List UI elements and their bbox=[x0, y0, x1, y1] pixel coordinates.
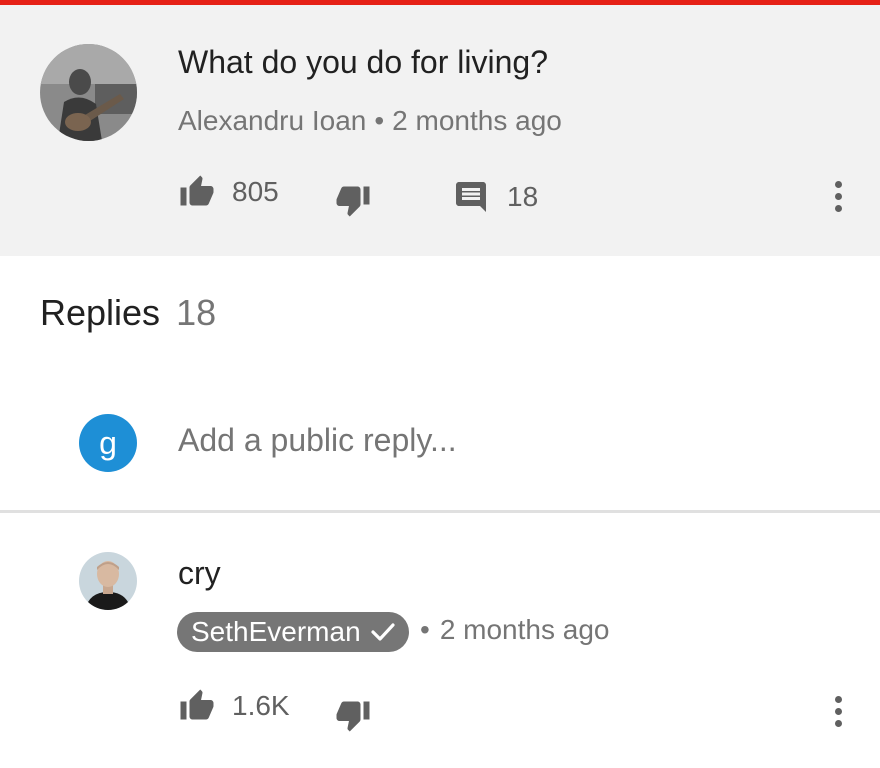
reply-like-button[interactable]: 1.6K bbox=[178, 688, 290, 724]
public-reply-input[interactable] bbox=[178, 422, 778, 459]
reply-button[interactable]: 18 bbox=[453, 178, 538, 216]
thumbs-down-icon bbox=[336, 701, 370, 732]
thumbs-up-icon bbox=[180, 689, 214, 720]
comment-meta: Alexandru Ioan • 2 months ago bbox=[178, 105, 562, 137]
reply-like-count: 1.6K bbox=[232, 690, 290, 721]
meta-separator: • bbox=[374, 105, 385, 136]
more-vert-icon bbox=[834, 696, 842, 703]
reply-count: 18 bbox=[507, 181, 539, 212]
thumbs-up-icon bbox=[180, 175, 214, 206]
comment-icon bbox=[456, 182, 486, 212]
reply-dislike-button[interactable] bbox=[334, 697, 372, 733]
like-count: 805 bbox=[232, 176, 279, 207]
person-photo-avatar bbox=[79, 552, 137, 610]
reply-author: SethEverman bbox=[191, 616, 361, 647]
comment-menu-button[interactable] bbox=[831, 181, 845, 212]
creator-badge[interactable]: SethEverman bbox=[177, 612, 409, 652]
comment-text: What do you do for living? bbox=[178, 44, 548, 80]
replies-count: 18 bbox=[176, 292, 217, 333]
reply-text: cry bbox=[178, 555, 221, 591]
dislike-button[interactable] bbox=[334, 182, 372, 218]
commenter-avatar[interactable] bbox=[40, 44, 137, 141]
meta-separator: • bbox=[420, 614, 430, 645]
checkmark-icon bbox=[371, 623, 395, 641]
reply-author-avatar[interactable] bbox=[79, 552, 137, 610]
divider bbox=[0, 510, 880, 513]
replies-heading: Replies 18 bbox=[40, 292, 216, 334]
reply-time: 2 months ago bbox=[439, 614, 610, 645]
replies-label: Replies bbox=[40, 292, 161, 333]
user-avatar[interactable]: g bbox=[79, 414, 137, 472]
more-vert-icon bbox=[834, 181, 842, 188]
reply-menu-button[interactable] bbox=[831, 696, 845, 727]
comment-author[interactable]: Alexandru Ioan bbox=[178, 105, 366, 136]
like-button[interactable]: 805 bbox=[178, 174, 279, 210]
thumbs-down-icon bbox=[336, 186, 370, 217]
comment-time: 2 months ago bbox=[392, 105, 562, 136]
reply-meta: • 2 months ago bbox=[420, 614, 609, 646]
guitar-photo-avatar bbox=[40, 44, 137, 141]
